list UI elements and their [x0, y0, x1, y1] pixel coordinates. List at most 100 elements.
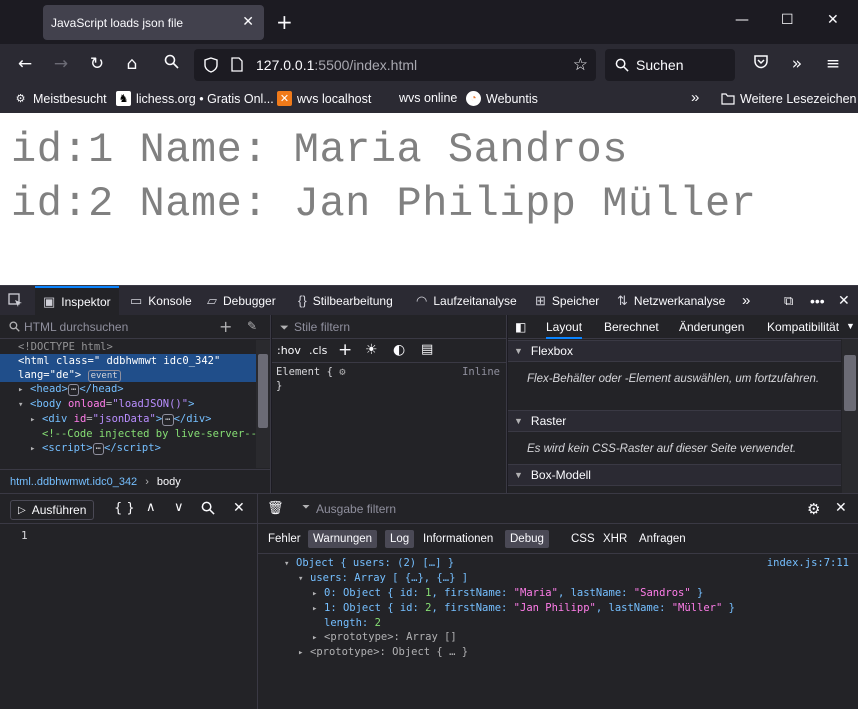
history-down-icon[interactable]: ∨: [174, 500, 184, 515]
bookmarks-overflow-icon[interactable]: »: [691, 89, 699, 106]
window-close-icon[interactable]: ✕: [827, 12, 839, 28]
dark-mode-icon[interactable]: ◐: [393, 342, 405, 358]
maximize-icon[interactable]: ☐: [781, 12, 794, 28]
styles-filter[interactable]: ⏷ Stile filtern: [272, 315, 506, 339]
home-icon[interactable]: ⌂: [121, 54, 143, 74]
log-source-link[interactable]: index.js:7:11: [767, 556, 849, 570]
bookmark-item[interactable]: wvs online: [399, 91, 457, 105]
pretty-print-icon[interactable]: { }: [114, 501, 135, 516]
tree-row[interactable]: <!DOCTYPE html>: [0, 340, 256, 354]
bookmark-star-icon[interactable]: ☆: [573, 55, 588, 75]
history-up-icon[interactable]: ∧: [146, 500, 156, 515]
reverse-search-icon[interactable]: [201, 501, 215, 515]
eyedropper-icon[interactable]: ✎: [247, 319, 257, 333]
url-text[interactable]: 127.0.0.1:5500/index.html: [256, 57, 417, 73]
light-mode-icon[interactable]: ☀: [365, 342, 378, 358]
tab-inspektor[interactable]: ▣ Inspektor: [35, 286, 119, 315]
bookmark-item[interactable]: ✕ wvs localhost: [277, 91, 371, 106]
log-prototype-row[interactable]: ▸ <prototype>: Object { … }: [258, 645, 858, 660]
new-tab-icon[interactable]: +: [276, 10, 293, 34]
breadcrumb-body[interactable]: body: [157, 476, 181, 488]
type-xhr[interactable]: XHR: [598, 530, 632, 548]
shield-icon[interactable]: [204, 57, 218, 73]
bookmark-item[interactable]: ⚙ Meistbesucht: [13, 91, 107, 106]
level-log[interactable]: Log: [385, 530, 415, 548]
browser-tab[interactable]: JavaScript loads json file ✕: [43, 5, 264, 40]
element-rule-gear-icon[interactable]: ⚙: [339, 366, 345, 378]
trash-icon[interactable]: 🗑: [267, 501, 284, 516]
tab-stilbearbeitung[interactable]: {} Stilbearbeitung: [298, 286, 393, 315]
level-warnungen[interactable]: Warnungen: [308, 530, 378, 548]
tab-netzwerkanalyse[interactable]: ⇅ Netzwerkanalyse: [617, 286, 725, 315]
tab-kompatibilitaet[interactable]: Kompatibilität: [767, 320, 839, 334]
tree-row[interactable]: ▸ <script> ⋯ </script>: [0, 441, 256, 456]
other-bookmarks[interactable]: Weitere Lesezeichen: [720, 91, 857, 106]
devtools-close-icon[interactable]: ✕: [838, 286, 850, 315]
tree-row[interactable]: ▾ <body onload="loadJSON()">: [0, 397, 256, 412]
log-prototype-row[interactable]: ▸ <prototype>: Array []: [258, 630, 858, 645]
event-badge[interactable]: event: [87, 370, 121, 382]
tab-layout[interactable]: Layout: [546, 320, 583, 339]
search-icon[interactable]: [160, 54, 182, 74]
split-console-close-icon[interactable]: ✕: [835, 500, 847, 516]
level-informationen[interactable]: Informationen: [418, 530, 498, 548]
tab-konsole[interactable]: ▭ Konsole: [130, 286, 192, 315]
log-user-row[interactable]: ▸ 1: Object { id: 2, firstName: "Jan Phil…: [258, 601, 858, 616]
type-css[interactable]: CSS: [566, 530, 600, 548]
back-icon[interactable]: ←: [14, 54, 36, 74]
tabs-overflow-icon[interactable]: ▼: [846, 321, 855, 331]
tab-berechnet[interactable]: Berechnet: [604, 320, 659, 334]
log-object-row[interactable]: ▾ Object { users: (2) […] } index.js:7:11: [258, 556, 858, 571]
reload-icon[interactable]: ↻: [86, 54, 108, 74]
tree-row[interactable]: ▸ <head> ⋯ </head>: [0, 382, 256, 397]
overflow-menu-icon[interactable]: »: [786, 54, 808, 74]
close-editor-icon[interactable]: ✕: [233, 500, 245, 516]
tab-speicher[interactable]: ⊞ Speicher: [535, 286, 599, 315]
add-rule-icon[interactable]: +: [338, 340, 352, 360]
minimize-icon[interactable]: —: [735, 12, 749, 28]
hov-button[interactable]: :hov: [277, 344, 301, 357]
level-debug[interactable]: Debug: [505, 530, 549, 548]
forward-icon[interactable]: →: [50, 54, 72, 74]
inspector-search[interactable]: HTML durchsuchen + ✎: [0, 315, 270, 339]
webuntis-icon: ◔: [466, 91, 481, 106]
raster-section-header[interactable]: ▼ Raster: [508, 410, 841, 432]
console-settings-icon[interactable]: ⚙: [807, 500, 820, 518]
sidebar-toggle-icon[interactable]: ◧: [515, 320, 526, 334]
devtools-menu-icon[interactable]: •••: [810, 286, 825, 315]
log-user-row[interactable]: ▸ 0: Object { id: 1, firstName: "Maria", …: [258, 586, 858, 601]
box-model-section-header[interactable]: ▼ Box-Modell: [508, 464, 841, 486]
dock-icon[interactable]: ⧉: [784, 286, 793, 315]
close-tab-icon[interactable]: ✕: [242, 14, 254, 30]
hamburger-menu-icon[interactable]: ≡: [822, 54, 844, 74]
inspector-scrollbar[interactable]: [256, 340, 270, 468]
tree-row[interactable]: ▸ <div id="jsonData"> ⋯ </div>: [0, 412, 256, 427]
element-picker-icon[interactable]: [8, 286, 23, 315]
flexbox-section-header[interactable]: ▼ Flexbox: [508, 340, 841, 362]
cls-button[interactable]: .cls: [309, 344, 327, 357]
page-icon[interactable]: [231, 57, 243, 72]
breadcrumb-html[interactable]: html..ddbhwmwt.idc0_342: [10, 476, 137, 488]
tree-row-selected[interactable]: <html class=" ddbhwmwt idc0_342": [0, 354, 256, 368]
tab-laufzeitanalyse[interactable]: ◠ Laufzeitanalyse: [416, 286, 517, 315]
pocket-icon[interactable]: [750, 54, 772, 74]
tab-label: Inspektor: [61, 294, 111, 309]
layout-scrollbar[interactable]: [842, 339, 858, 493]
tab-aenderungen[interactable]: Änderungen: [679, 320, 744, 334]
type-anfragen[interactable]: Anfragen: [634, 530, 691, 548]
bookmark-item[interactable]: ♞ lichess.org • Gratis Onl...: [116, 91, 274, 106]
tree-row[interactable]: <!--Code injected by live-server-->: [0, 427, 263, 441]
print-media-icon[interactable]: ▤: [421, 342, 433, 357]
search-bar[interactable]: Suchen: [605, 49, 735, 81]
devtools-overflow-icon[interactable]: »: [742, 286, 750, 315]
tree-row-selected[interactable]: lang="de"> event: [0, 368, 256, 382]
add-node-icon[interactable]: +: [219, 317, 232, 336]
bookmark-item[interactable]: ◔ Webuntis: [466, 91, 538, 106]
editor-line-number[interactable]: 1: [21, 529, 28, 542]
log-users-row[interactable]: ▾ users: Array [ {…}, {…} ]: [258, 571, 858, 586]
level-fehler[interactable]: Fehler: [263, 530, 306, 548]
tab-debugger[interactable]: ▱ Debugger: [207, 286, 276, 315]
run-button[interactable]: ▷ Ausführen: [10, 500, 95, 520]
url-bar[interactable]: 127.0.0.1:5500/index.html ☆: [194, 49, 596, 81]
console-filter-placeholder[interactable]: Ausgabe filtern: [316, 502, 396, 516]
